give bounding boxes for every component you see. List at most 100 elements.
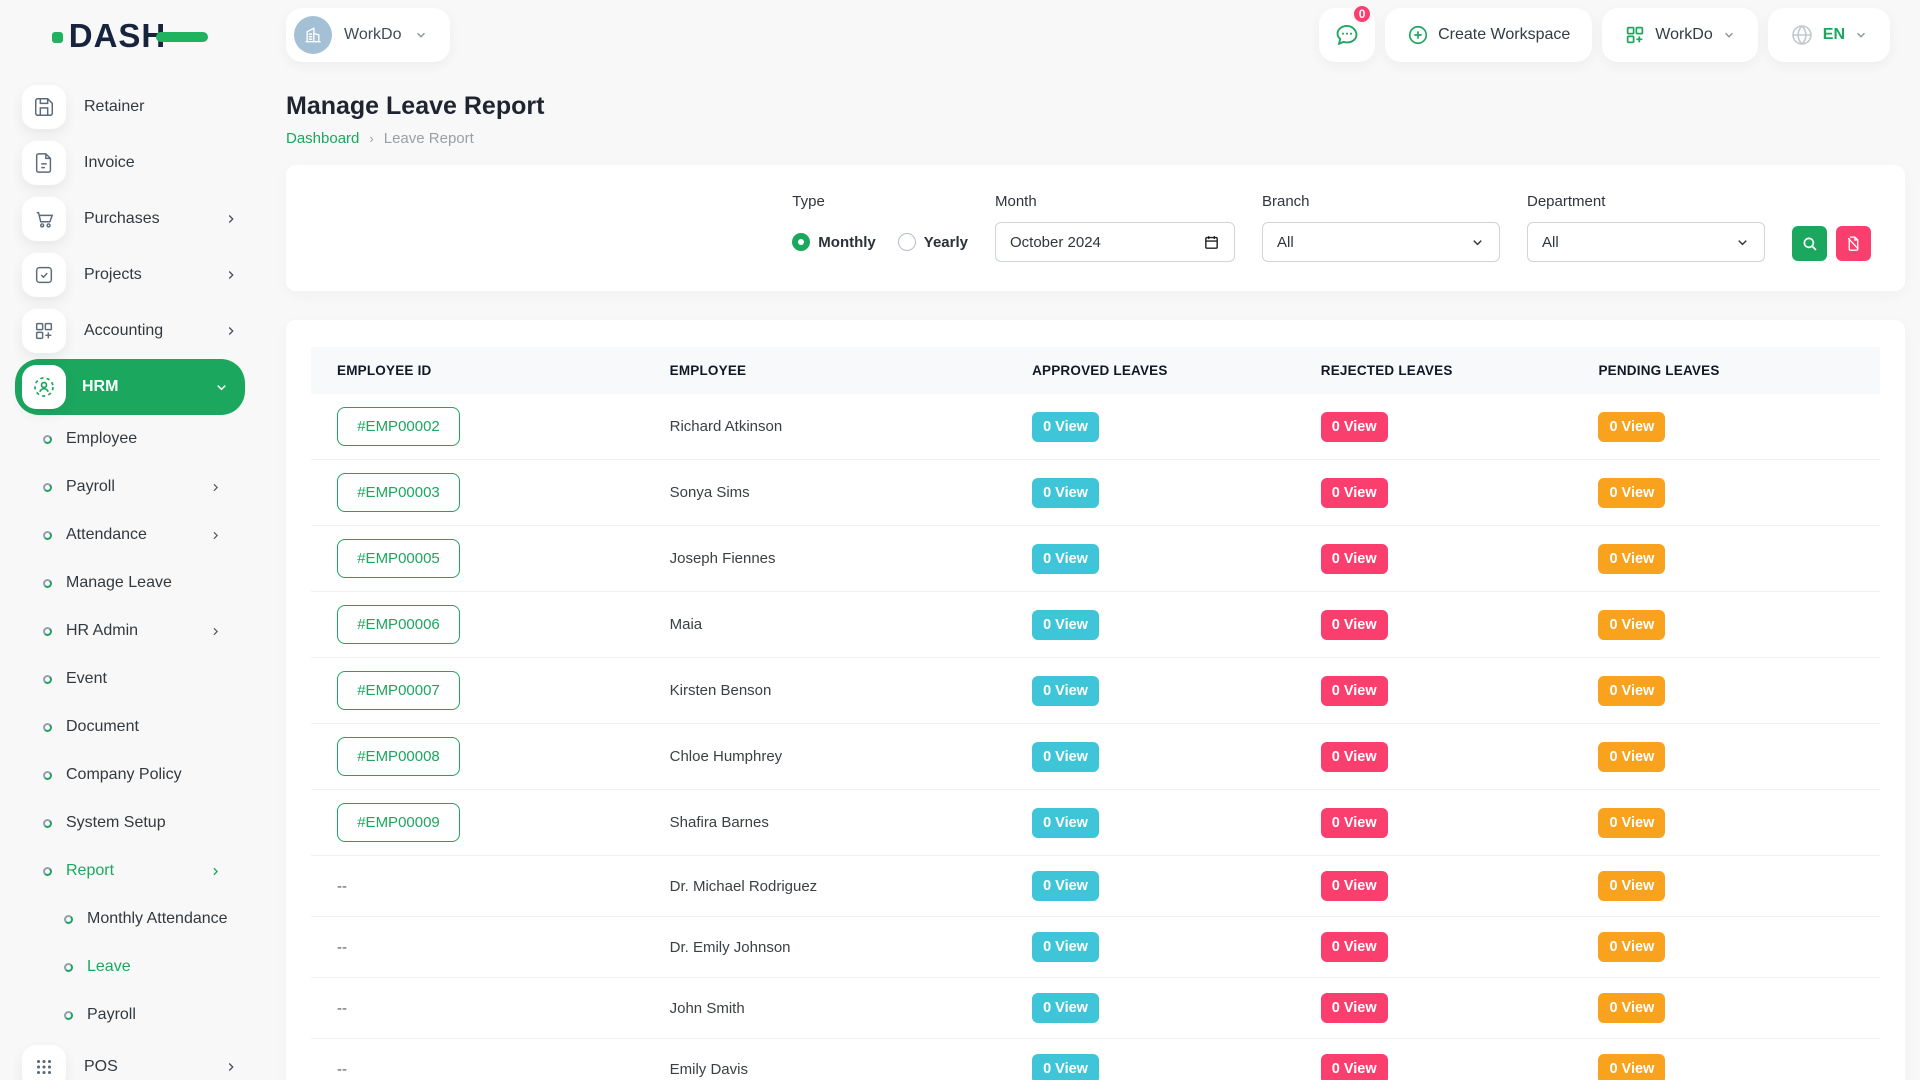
department-label: Department — [1527, 193, 1765, 210]
approved-view-badge[interactable]: 0 View — [1032, 932, 1099, 962]
reset-button[interactable] — [1836, 226, 1871, 261]
approved-view-badge[interactable]: 0 View — [1032, 478, 1099, 508]
rejected-view-badge[interactable]: 0 View — [1321, 808, 1388, 838]
employee-id-button[interactable]: #EMP00006 — [337, 605, 460, 644]
breadcrumb: Dashboard › Leave Report — [286, 130, 1905, 147]
sidebar-item-report[interactable]: Report — [0, 847, 260, 895]
sidebar-item-payroll-report[interactable]: Payroll — [0, 991, 260, 1039]
pending-view-badge[interactable]: 0 View — [1598, 993, 1665, 1023]
sidebar-item-purchases[interactable]: Purchases — [0, 191, 260, 247]
rejected-view-badge[interactable]: 0 View — [1321, 1054, 1388, 1080]
sidebar-item-label: Projects — [84, 266, 142, 284]
approved-view-badge[interactable]: 0 View — [1032, 742, 1099, 772]
pending-view-badge[interactable]: 0 View — [1598, 412, 1665, 442]
table-row: #EMP00007 Kirsten Benson 0 View 0 View 0… — [311, 658, 1880, 724]
breadcrumb-dashboard-link[interactable]: Dashboard — [286, 130, 359, 147]
table-row: #EMP00002 Richard Atkinson 0 View 0 View… — [311, 394, 1880, 460]
employee-id-button[interactable]: #EMP00009 — [337, 803, 460, 842]
approved-view-badge[interactable]: 0 View — [1032, 544, 1099, 574]
building-icon — [303, 25, 323, 45]
sidebar-item-label: POS — [84, 1058, 118, 1076]
rejected-view-badge[interactable]: 0 View — [1321, 412, 1388, 442]
sidebar-item-hrm[interactable]: HRM — [15, 359, 245, 415]
chevron-right-icon — [209, 529, 222, 542]
approved-view-badge[interactable]: 0 View — [1032, 610, 1099, 640]
pending-view-badge[interactable]: 0 View — [1598, 610, 1665, 640]
sidebar-item-hr-admin[interactable]: HR Admin — [0, 607, 260, 655]
branch-value: All — [1277, 234, 1294, 251]
column-header-employee-id: Employee Id — [311, 347, 644, 394]
employee-id-button[interactable]: #EMP00005 — [337, 539, 460, 578]
chevron-down-icon — [1722, 28, 1736, 42]
sidebar-item-document[interactable]: Document — [0, 703, 260, 751]
rejected-view-badge[interactable]: 0 View — [1321, 871, 1388, 901]
topbar: DASH WorkDo 0 Create Workspace — [0, 0, 1920, 70]
bullet-icon — [43, 867, 52, 876]
sidebar-item-monthly-attendance[interactable]: Monthly Attendance — [0, 895, 260, 943]
column-header-approved: Approved Leaves — [1006, 347, 1295, 394]
rejected-view-badge[interactable]: 0 View — [1321, 993, 1388, 1023]
sidebar-item-system-setup[interactable]: System Setup — [0, 799, 260, 847]
sidebar-item-pos[interactable]: POS — [0, 1039, 260, 1080]
sidebar-item-payroll[interactable]: Payroll — [0, 463, 260, 511]
rejected-view-badge[interactable]: 0 View — [1321, 742, 1388, 772]
sidebar-item-retainer[interactable]: Retainer — [0, 79, 260, 135]
rejected-view-badge[interactable]: 0 View — [1321, 932, 1388, 962]
sidebar-item-event[interactable]: Event — [0, 655, 260, 703]
pending-view-badge[interactable]: 0 View — [1598, 871, 1665, 901]
sidebar-item-leave-report[interactable]: Leave — [0, 943, 260, 991]
approved-view-badge[interactable]: 0 View — [1032, 993, 1099, 1023]
pending-view-badge[interactable]: 0 View — [1598, 742, 1665, 772]
sidebar-item-invoice[interactable]: Invoice — [0, 135, 260, 191]
pending-view-badge[interactable]: 0 View — [1598, 478, 1665, 508]
employee-id-button[interactable]: #EMP00002 — [337, 407, 460, 446]
sidebar-item-employee[interactable]: Employee — [0, 415, 260, 463]
sidebar-item-manage-leave[interactable]: Manage Leave — [0, 559, 260, 607]
sidebar-item-accounting[interactable]: Accounting — [0, 303, 260, 359]
language-selector[interactable]: EN — [1768, 8, 1890, 62]
rejected-view-badge[interactable]: 0 View — [1321, 478, 1388, 508]
create-workspace-button[interactable]: Create Workspace — [1385, 8, 1592, 62]
sidebar-item-company-policy[interactable]: Company Policy — [0, 751, 260, 799]
employee-id-button: -- — [337, 878, 347, 895]
employee-id-button[interactable]: #EMP00007 — [337, 671, 460, 710]
table-row: #EMP00003 Sonya Sims 0 View 0 View 0 Vie… — [311, 460, 1880, 526]
pending-view-badge[interactable]: 0 View — [1598, 932, 1665, 962]
pending-view-badge[interactable]: 0 View — [1598, 544, 1665, 574]
sidebar-item-attendance[interactable]: Attendance — [0, 511, 260, 559]
approved-view-badge[interactable]: 0 View — [1032, 676, 1099, 706]
messages-button[interactable]: 0 — [1319, 8, 1375, 62]
leave-table-body: #EMP00002 Richard Atkinson 0 View 0 View… — [311, 394, 1880, 1080]
month-input[interactable]: October 2024 — [995, 222, 1235, 262]
sidebar-item-label: Accounting — [84, 322, 163, 340]
search-button[interactable] — [1792, 226, 1827, 261]
circle-plus-icon — [1407, 24, 1429, 46]
sidebar-item-projects[interactable]: Projects — [0, 247, 260, 303]
rejected-view-badge[interactable]: 0 View — [1321, 544, 1388, 574]
employee-id-button[interactable]: #EMP00003 — [337, 473, 460, 512]
approved-view-badge[interactable]: 0 View — [1032, 871, 1099, 901]
approved-view-badge[interactable]: 0 View — [1032, 808, 1099, 838]
invoice-icon — [33, 152, 55, 174]
radio-monthly[interactable]: Monthly — [792, 233, 876, 251]
chevron-right-icon — [209, 865, 222, 878]
rejected-view-badge[interactable]: 0 View — [1321, 676, 1388, 706]
sidebar: Retainer Invoice Purchases Projects Acco… — [0, 70, 260, 1080]
pending-view-badge[interactable]: 0 View — [1598, 1054, 1665, 1080]
approved-view-badge[interactable]: 0 View — [1032, 412, 1099, 442]
breadcrumb-separator-icon: › — [369, 131, 373, 146]
brand-logo[interactable]: DASH — [0, 19, 260, 52]
department-select[interactable]: All — [1527, 222, 1765, 262]
employee-id-button[interactable]: #EMP00008 — [337, 737, 460, 776]
pending-view-badge[interactable]: 0 View — [1598, 676, 1665, 706]
app-switcher-button[interactable]: WorkDo — [1602, 8, 1758, 62]
workspace-selector[interactable]: WorkDo — [286, 8, 450, 62]
approved-view-badge[interactable]: 0 View — [1032, 1054, 1099, 1080]
branch-select[interactable]: All — [1262, 222, 1500, 262]
radio-yearly[interactable]: Yearly — [898, 233, 968, 251]
chevron-right-icon — [224, 324, 238, 338]
rejected-view-badge[interactable]: 0 View — [1321, 610, 1388, 640]
pending-view-badge[interactable]: 0 View — [1598, 808, 1665, 838]
workspace-avatar — [294, 16, 332, 54]
employee-id-button: -- — [337, 1061, 347, 1078]
